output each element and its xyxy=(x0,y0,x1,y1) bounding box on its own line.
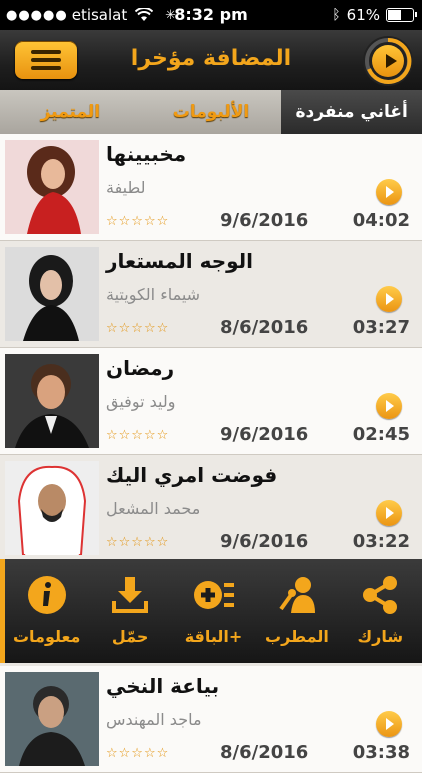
song-title: فوضت امري اليك xyxy=(106,463,278,487)
play-icon[interactable] xyxy=(376,500,402,526)
artist-name[interactable]: وليد توفيق xyxy=(106,392,306,411)
song-duration: 03:27 xyxy=(352,317,410,338)
song-thumbnail xyxy=(5,354,99,448)
song-duration: 03:22 xyxy=(352,531,410,552)
info-button[interactable]: معلومات xyxy=(5,559,88,663)
song-thumbnail xyxy=(5,461,99,555)
tab-singles[interactable]: أغاني منفردة xyxy=(281,90,422,134)
tab-albums[interactable]: الألبومات xyxy=(141,90,282,134)
bluetooth-icon: ᛒ xyxy=(332,7,341,23)
release-date: 8/6/2016 xyxy=(220,317,309,338)
song-title: مخبيينها xyxy=(106,142,187,166)
add-to-playlist-icon xyxy=(193,581,234,609)
add-to-playlist-label: الباقة+ xyxy=(184,627,243,646)
singer-button[interactable]: المطرب xyxy=(255,559,338,663)
release-date: 9/6/2016 xyxy=(220,424,309,445)
app-header: المضافة مؤخرا xyxy=(0,30,422,90)
menu-button[interactable] xyxy=(15,41,77,79)
song-row[interactable]: رمضان وليد توفيق ☆☆☆☆☆ 9/6/2016 02:45 xyxy=(0,348,422,455)
tab-featured[interactable]: المتميز xyxy=(0,90,141,134)
play-icon[interactable] xyxy=(376,711,402,737)
status-right: ᛒ 61% xyxy=(332,6,417,24)
artist-name[interactable]: لطيفة xyxy=(106,178,306,197)
artist-name[interactable]: محمد المشعل xyxy=(106,499,306,518)
song-row[interactable]: الوجه المستعار شيماء الكويتية ☆☆☆☆☆ 8/6/… xyxy=(0,241,422,348)
download-button[interactable]: حمّل xyxy=(88,559,171,663)
battery-icon xyxy=(386,8,417,22)
rating-stars[interactable]: ☆☆☆☆☆ xyxy=(106,746,169,761)
artist-name[interactable]: شيماء الكويتية xyxy=(106,285,306,304)
rating-stars[interactable]: ☆☆☆☆☆ xyxy=(106,428,169,443)
song-title: بياعة النخي xyxy=(106,674,220,698)
share-icon xyxy=(363,576,398,614)
play-icon[interactable] xyxy=(376,179,402,205)
artist-name[interactable]: ماجد المهندس xyxy=(106,710,306,729)
song-row[interactable]: بياعة النخي ماجد المهندس ☆☆☆☆☆ 8/6/2016 … xyxy=(0,666,422,773)
song-thumbnail xyxy=(5,140,99,234)
download-icon xyxy=(112,577,149,613)
page-title: المضافة مؤخرا xyxy=(130,46,292,71)
singer-label: المطرب xyxy=(265,627,329,646)
play-icon[interactable] xyxy=(376,393,402,419)
share-label: شارك xyxy=(357,627,404,646)
tab-bar: المتميز الألبومات أغاني منفردة xyxy=(0,90,422,134)
status-bar: ●●●●● etisalat ✳ 8:32 pm ᛒ 61% xyxy=(0,0,422,30)
play-icon[interactable] xyxy=(376,286,402,312)
add-to-playlist-button[interactable]: الباقة+ xyxy=(172,559,255,663)
info-icon xyxy=(27,576,66,614)
rating-stars[interactable]: ☆☆☆☆☆ xyxy=(106,321,169,336)
song-thumbnail xyxy=(5,247,99,341)
song-action-bar: معلومات حمّل الباقة+ المطرب شارك xyxy=(0,559,422,663)
song-duration: 04:02 xyxy=(352,210,410,231)
share-button[interactable]: شارك xyxy=(339,559,422,663)
play-icon xyxy=(372,45,404,77)
download-label: حمّل xyxy=(111,627,149,646)
info-label: معلومات xyxy=(12,627,81,646)
battery-percent: 61% xyxy=(346,6,380,24)
song-thumbnail xyxy=(5,672,99,766)
singer-icon xyxy=(279,577,315,613)
song-title: الوجه المستعار xyxy=(106,249,254,273)
now-playing-button[interactable] xyxy=(363,36,413,86)
release-date: 9/6/2016 xyxy=(220,531,309,552)
song-duration: 02:45 xyxy=(352,424,410,445)
song-row[interactable]: مخبيينها لطيفة ☆☆☆☆☆ 9/6/2016 04:02 xyxy=(0,134,422,241)
rating-stars[interactable]: ☆☆☆☆☆ xyxy=(106,535,169,550)
song-title: رمضان xyxy=(106,356,175,380)
rating-stars[interactable]: ☆☆☆☆☆ xyxy=(106,214,169,229)
song-duration: 03:38 xyxy=(352,742,410,763)
release-date: 9/6/2016 xyxy=(220,210,309,231)
song-row[interactable]: فوضت امري اليك محمد المشعل ☆☆☆☆☆ 9/6/201… xyxy=(0,455,422,562)
song-list: مخبيينها لطيفة ☆☆☆☆☆ 9/6/2016 04:02 الوج… xyxy=(0,134,422,773)
release-date: 8/6/2016 xyxy=(220,742,309,763)
